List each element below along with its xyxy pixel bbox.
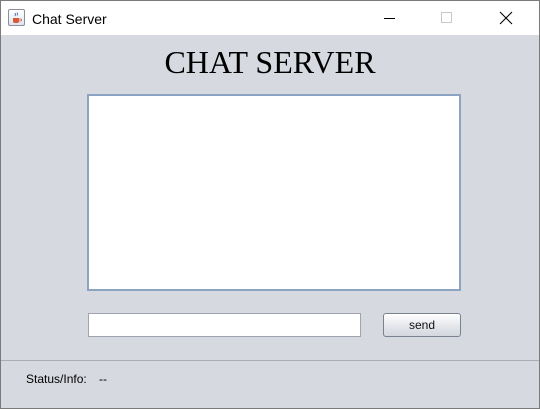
- status-divider: [1, 360, 539, 361]
- java-cup-icon: [8, 9, 25, 26]
- chat-log-area[interactable]: [87, 94, 461, 291]
- maximize-icon: [441, 12, 452, 23]
- status-label: Status/Info:: [26, 372, 87, 386]
- chat-server-window: Chat Server CHAT SERVER send Status/Info…: [0, 0, 540, 409]
- title-bar[interactable]: Chat Server: [1, 1, 539, 35]
- close-button[interactable]: [482, 1, 528, 35]
- window-title: Chat Server: [32, 11, 107, 27]
- minimize-icon: [384, 18, 395, 19]
- message-input[interactable]: [88, 313, 361, 337]
- maximize-button[interactable]: [424, 1, 470, 35]
- close-icon: [499, 11, 513, 25]
- status-value: --: [99, 372, 107, 386]
- send-button[interactable]: send: [383, 313, 461, 337]
- minimize-button[interactable]: [367, 1, 413, 35]
- page-title: CHAT SERVER: [164, 44, 376, 80]
